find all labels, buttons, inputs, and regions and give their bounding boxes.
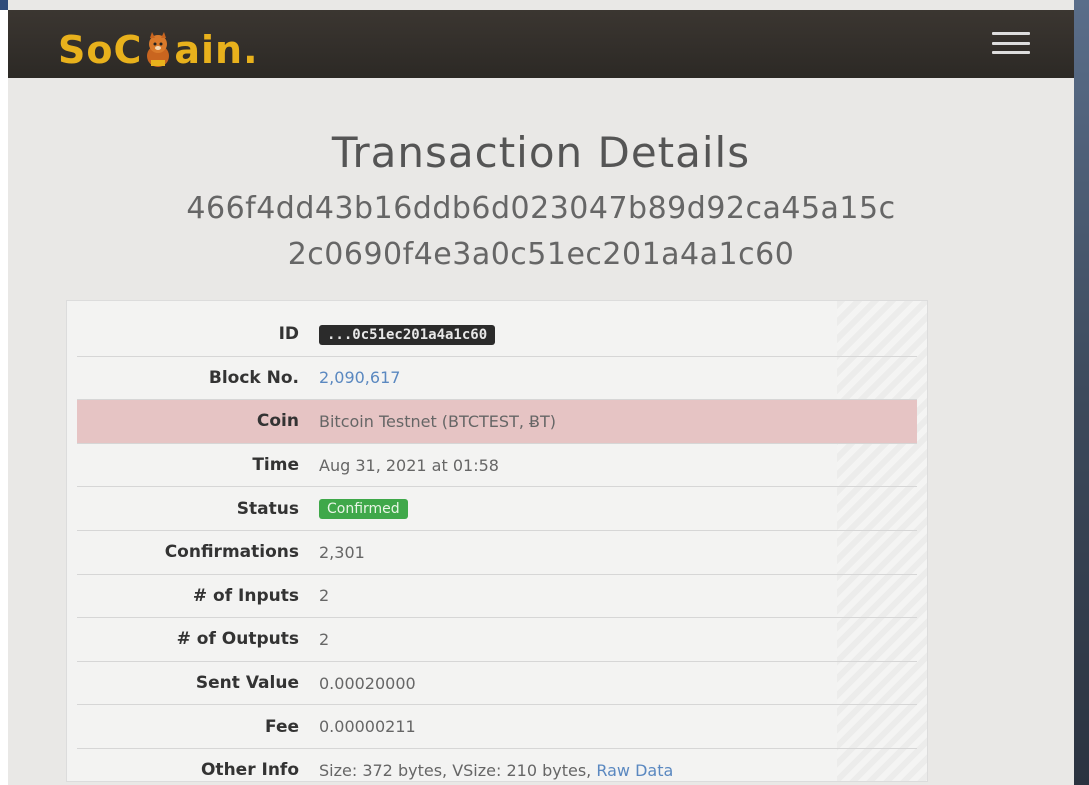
status-badge: Confirmed [319, 499, 408, 520]
label-outputs: # of Outputs [77, 617, 311, 662]
label-status: Status [77, 486, 311, 531]
value-outputs: 2 [311, 617, 917, 662]
row-confirmations: Confirmations 2,301 [77, 530, 917, 575]
page-title: Transaction Details [331, 128, 751, 177]
row-time: Time Aug 31, 2021 at 01:58 [77, 443, 917, 488]
value-sent-value: 0.00020000 [311, 661, 917, 706]
label-coin: Coin [77, 399, 311, 444]
fox-mascot-icon [147, 32, 170, 67]
label-id: ID [77, 313, 311, 357]
row-coin: Coin Bitcoin Testnet (BTCTEST, ɃT) [77, 399, 917, 444]
label-block: Block No. [77, 356, 311, 401]
site-logo[interactable]: SoC ain . [58, 28, 259, 72]
transaction-details-table: ID ...0c51ec201a4a1c60 Block No. 2,090,6… [77, 313, 917, 785]
label-other-info: Other Info [77, 748, 311, 785]
hamburger-icon[interactable] [992, 32, 1030, 54]
label-confirmations: Confirmations [77, 530, 311, 575]
page-viewport: SoC ain . Transaction Details 466f4dd43b… [8, 0, 1074, 785]
row-inputs: # of Inputs 2 [77, 574, 917, 619]
label-time: Time [77, 443, 311, 488]
navbar: SoC ain . [8, 10, 1074, 78]
row-block: Block No. 2,090,617 [77, 356, 917, 401]
transaction-hash-line-1: 466f4dd43b16ddb6d023047b89d92ca45a15c [186, 191, 896, 226]
block-number-link[interactable]: 2,090,617 [319, 368, 400, 387]
value-coin: Bitcoin Testnet (BTCTEST, ɃT) [311, 399, 917, 444]
row-sent-value: Sent Value 0.00020000 [77, 661, 917, 706]
logo-text-left: SoC [58, 28, 143, 72]
value-inputs: 2 [311, 574, 917, 619]
row-outputs: # of Outputs 2 [77, 617, 917, 662]
logo-dot: . [243, 28, 259, 72]
transaction-hash: 466f4dd43b16ddb6d023047b89d92ca45a15c 2c… [8, 186, 1074, 278]
label-inputs: # of Inputs [77, 574, 311, 619]
row-status: Status Confirmed [77, 486, 917, 531]
transaction-hash-line-2: 2c0690f4e3a0c51ec201a4a1c60 [287, 237, 795, 272]
value-other-info: Size: 372 bytes, VSize: 210 bytes, [319, 760, 592, 780]
label-sent-value: Sent Value [77, 661, 311, 706]
row-fee: Fee 0.00000211 [77, 704, 917, 749]
device-frame-edge [1074, 0, 1089, 785]
logo-text-right: ain [174, 28, 244, 72]
value-fee: 0.00000211 [311, 704, 917, 749]
transaction-id-badge[interactable]: ...0c51ec201a4a1c60 [319, 324, 496, 345]
label-fee: Fee [77, 704, 311, 749]
value-confirmations: 2,301 [311, 530, 917, 575]
value-time: Aug 31, 2021 at 01:58 [311, 443, 917, 488]
row-other-info: Other Info Size: 372 bytes, VSize: 210 b… [77, 748, 917, 785]
raw-data-link[interactable]: Raw Data [596, 761, 673, 780]
transaction-details-card: ID ...0c51ec201a4a1c60 Block No. 2,090,6… [66, 300, 928, 785]
row-id: ID ...0c51ec201a4a1c60 [77, 313, 917, 357]
